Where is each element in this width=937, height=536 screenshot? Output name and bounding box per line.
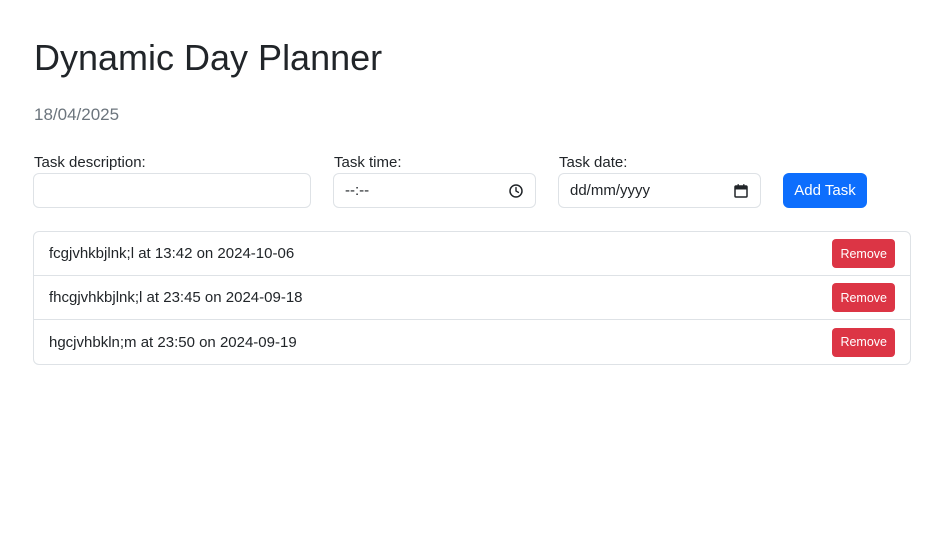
date-placeholder: dd/mm/yyyy bbox=[570, 182, 651, 199]
remove-task-button[interactable]: Remove bbox=[832, 283, 895, 312]
page-title: Dynamic Day Planner bbox=[34, 37, 383, 78]
current-date: 18/04/2025 bbox=[34, 105, 120, 124]
add-task-button[interactable]: Add Task bbox=[783, 173, 867, 208]
time-placeholder: --:-- bbox=[345, 182, 370, 199]
calendar-icon[interactable] bbox=[733, 183, 749, 199]
date-label: Task date: bbox=[559, 154, 628, 171]
time-label: Task time: bbox=[334, 154, 402, 171]
task-item: hgcjvhbkln;m at 23:50 on 2024-09-19 Remo… bbox=[34, 320, 910, 364]
day-planner-page: Dynamic Day Planner 18/04/2025 Task desc… bbox=[0, 0, 937, 536]
time-input[interactable]: --:-- bbox=[333, 173, 536, 208]
description-input[interactable] bbox=[45, 182, 299, 199]
date-input[interactable]: dd/mm/yyyy bbox=[558, 173, 761, 208]
remove-task-button[interactable]: Remove bbox=[832, 327, 895, 357]
description-field-box bbox=[33, 173, 311, 208]
task-text: hgcjvhbkln;m at 23:50 on 2024-09-19 bbox=[49, 333, 297, 351]
task-text: fhcgjvhkbjlnk;l at 23:45 on 2024-09-18 bbox=[49, 289, 303, 306]
description-label: Task description: bbox=[34, 154, 146, 171]
task-item: fhcgjvhkbjlnk;l at 23:45 on 2024-09-18 R… bbox=[34, 276, 910, 320]
task-text: fcgjvhkbjlnk;l at 13:42 on 2024-10-06 bbox=[49, 245, 295, 262]
task-item: fcgjvhkbjlnk;l at 13:42 on 2024-10-06 Re… bbox=[34, 232, 910, 276]
task-list: fcgjvhkbjlnk;l at 13:42 on 2024-10-06 Re… bbox=[33, 231, 911, 365]
remove-task-button[interactable]: Remove bbox=[832, 239, 895, 268]
clock-icon[interactable] bbox=[508, 183, 524, 199]
